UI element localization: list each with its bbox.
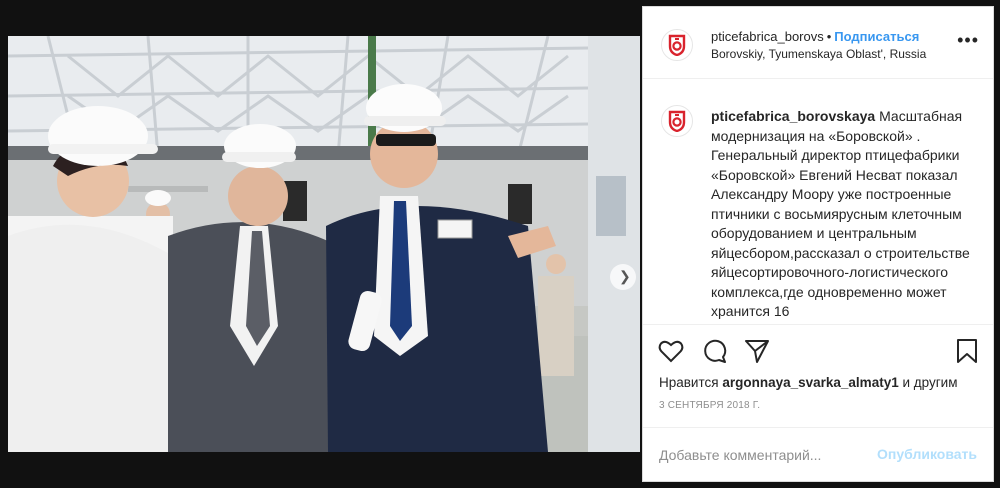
caption-body: Масштабная модернизация на «Боровской» .… [711, 108, 970, 319]
liker-username[interactable]: argonnaya_svarka_almaty1 [722, 375, 898, 390]
post-date[interactable]: 3 СЕНТЯБРЯ 2018 Г. [659, 400, 760, 411]
modal-backdrop-bottom [0, 452, 640, 488]
post-caption: pticefabrica_borovskaya Масштабная модер… [643, 79, 993, 325]
post-photo[interactable]: ❯ [8, 36, 640, 452]
more-options-icon[interactable]: ••• [957, 31, 979, 49]
post-header: pticefabrica_borovs • Подписаться Borovski… [643, 7, 993, 79]
bookmark-icon[interactable] [953, 337, 981, 365]
header-user-line: pticefabrica_borovs • Подписаться [711, 29, 941, 44]
follow-button[interactable]: Подписаться [834, 29, 919, 44]
comment-bar: Опубликовать [643, 427, 993, 481]
post-actions [643, 333, 993, 373]
post-location[interactable]: Borovskiy, Tyumenskaya Oblast', Russia [711, 47, 926, 61]
share-icon[interactable] [743, 337, 771, 365]
photo-scene [8, 36, 640, 452]
brand-logo-icon [668, 34, 686, 56]
post-side-panel: pticefabrica_borovs • Подписаться Borovski… [642, 6, 994, 482]
likes-prefix: Нравится [659, 375, 719, 390]
likes-suffix[interactable]: и другим [902, 375, 957, 390]
header-username[interactable]: pticefabrica_borovs [711, 29, 824, 44]
avatar[interactable] [661, 105, 693, 137]
carousel-next-button[interactable]: ❯ [610, 264, 636, 290]
comment-input[interactable] [659, 444, 869, 466]
modal-backdrop-top [0, 0, 640, 36]
likes-line: Нравится argonnaya_svarka_almaty1 и друг… [659, 375, 958, 390]
comment-icon[interactable] [701, 337, 729, 365]
caption-text: pticefabrica_borovskaya Масштабная модер… [711, 107, 979, 322]
separator-dot: • [826, 29, 832, 44]
caption-username[interactable]: pticefabrica_borovskaya [711, 108, 875, 124]
avatar[interactable] [661, 29, 693, 61]
brand-logo-icon [668, 110, 686, 132]
post-modal: ❯ pticefabrica_borovs • Подписаться Borovs… [0, 0, 1000, 488]
heart-icon[interactable] [657, 337, 685, 365]
chevron-right-icon: ❯ [619, 268, 631, 284]
publish-button[interactable]: Опубликовать [877, 446, 977, 462]
